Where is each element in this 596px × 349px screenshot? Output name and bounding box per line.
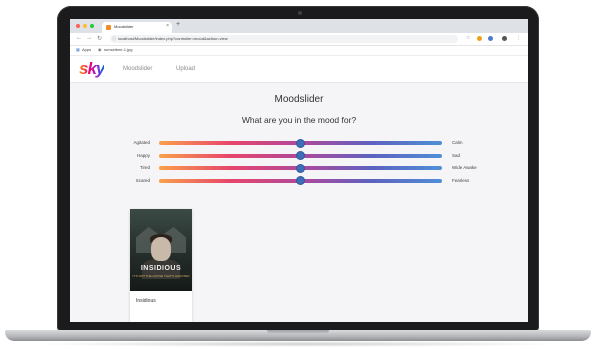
forward-button[interactable]: → [86, 35, 92, 41]
mood-slider-tired-wide-awake: Tired Wide Awake [70, 163, 528, 173]
poster-title: INSIDIOUS [140, 265, 182, 272]
apps-icon: ▦ [76, 47, 80, 52]
slider-left-label: Agitated [133, 140, 150, 145]
minimize-window-button[interactable] [83, 24, 87, 28]
globe-icon: ◉ [98, 47, 102, 52]
extension-icon[interactable] [488, 36, 493, 41]
browser-tab-bar: Moodslider × + [70, 19, 528, 33]
nav-moodslider[interactable]: Moodslider [123, 66, 152, 72]
browser-tab[interactable]: Moodslider × [102, 22, 172, 33]
laptop-screen: Moodslider × + ← → ↻ ⓘ localhost/Moodsli… [70, 19, 528, 322]
close-window-button[interactable] [76, 24, 80, 28]
favicon-icon [106, 25, 111, 30]
maximize-window-button[interactable] [90, 24, 94, 28]
movie-title[interactable]: Insidious [136, 298, 156, 304]
slider-right-label: Sad [452, 152, 461, 158]
bookmark-sunsetbee[interactable]: sunsetbee-1.jpg [104, 47, 132, 52]
bookmarks-bar: ▦ Apps ◉ sunsetbee-1.jpg [70, 46, 528, 56]
app-header: sky Moodslider Upload [70, 56, 528, 83]
page-subtitle: What are you in the mood for? [241, 115, 357, 125]
slider-left-label: Tired [139, 165, 150, 170]
slider-track[interactable] [159, 164, 442, 172]
reload-button[interactable]: ↻ [97, 35, 102, 42]
back-button[interactable]: ← [76, 35, 82, 41]
slider-right-label: Fearless [452, 177, 470, 183]
info-icon: ⓘ [112, 36, 116, 41]
slider-right-label: Calm [452, 140, 463, 145]
poster-tagline: IT'S NOT THE HOUSE THAT'S HAUNTED [132, 274, 190, 278]
slider-left-label: Happy [136, 152, 150, 158]
slider-thumb[interactable] [297, 139, 304, 147]
laptop-notch [267, 330, 329, 334]
star-icon[interactable]: ☆ [466, 35, 470, 41]
mood-slider-agitated-calm: Agitated Calm [70, 138, 528, 148]
menu-icon[interactable]: ⋮ [516, 35, 521, 41]
main-content: Moodslider What are you in the mood for?… [70, 83, 528, 322]
slider-thumb[interactable] [297, 177, 304, 184]
tab-close-icon[interactable]: × [166, 23, 169, 29]
slider-track[interactable] [159, 177, 442, 184]
slider-track[interactable] [159, 139, 442, 147]
new-tab-button[interactable]: + [176, 21, 180, 28]
url-text[interactable]: localhost/Moodslider/index.php?controlle… [118, 36, 228, 41]
sky-logo[interactable]: sky [79, 59, 105, 79]
profile-avatar[interactable] [502, 36, 507, 41]
slider-left-label: Scared [135, 177, 150, 183]
mood-slider-happy-sad: Happy Sad [70, 151, 528, 161]
browser-toolbar: ← → ↻ ⓘ localhost/Moodslider/index.php?c… [70, 33, 528, 46]
slider-right-label: Wide Awake [452, 165, 477, 170]
slider-track[interactable] [159, 152, 442, 159]
tab-title: Moodslider [114, 24, 134, 29]
poster-face [151, 237, 171, 261]
address-bar[interactable]: ⓘ localhost/Moodslider/index.php?control… [110, 35, 458, 43]
laptop-shadow [30, 341, 566, 347]
movie-poster[interactable]: INSIDIOUS IT'S NOT THE HOUSE THAT'S HAUN… [130, 209, 192, 291]
slider-thumb[interactable] [297, 164, 304, 172]
movie-card[interactable]: INSIDIOUS IT'S NOT THE HOUSE THAT'S HAUN… [130, 209, 192, 322]
extension-icon[interactable] [477, 36, 482, 41]
slider-thumb[interactable] [297, 152, 304, 159]
bookmark-apps[interactable]: Apps [82, 47, 91, 52]
laptop-camera [298, 11, 302, 15]
nav-upload[interactable]: Upload [176, 66, 195, 72]
mood-slider-scared-fearless: Scared Fearless [70, 176, 528, 186]
page-title: Moodslider [274, 94, 324, 105]
